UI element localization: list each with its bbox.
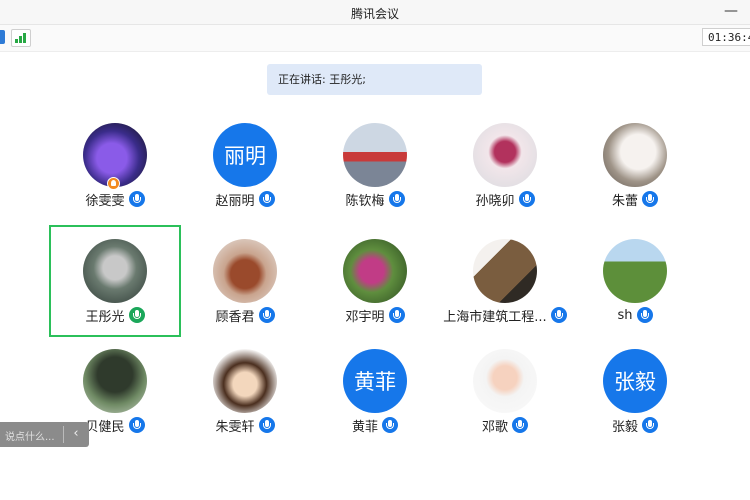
participant-name-row: 黄菲 — [310, 415, 440, 435]
avatar — [343, 123, 407, 187]
participant-name-row: 徐雯雯 — [50, 189, 180, 209]
meeting-timer: 01:36:47 — [702, 28, 750, 46]
mic-icon[interactable] — [636, 307, 653, 323]
title-bar: 腾讯会议 — — [0, 0, 750, 24]
window-title: 腾讯会议 — [350, 7, 399, 21]
participant-tile[interactable]: 孙晓卯 — [440, 110, 570, 220]
avatar — [473, 349, 537, 413]
participant-name-row: 赵丽明 — [180, 189, 310, 209]
participant-tile[interactable]: sh — [570, 226, 700, 336]
minimize-button[interactable]: — — [718, 1, 744, 23]
mic-icon[interactable] — [388, 191, 405, 207]
participant-name: 王彤光 — [85, 309, 125, 325]
participant-tile[interactable]: 黄菲 黄菲 — [310, 336, 440, 446]
participant-tile[interactable]: 顾香君 — [180, 226, 310, 336]
name-avatar: 张毅 — [603, 349, 667, 413]
chat-input[interactable]: 说点什么... — [5, 428, 55, 443]
name-avatar: 黄菲 — [343, 349, 407, 413]
mic-icon[interactable] — [258, 307, 275, 323]
participant-name-row: 王彤光 — [50, 305, 180, 325]
avatar — [83, 349, 147, 413]
participant-tile[interactable]: 丽明 赵丽明 — [180, 110, 310, 220]
avatar — [213, 239, 277, 303]
avatar — [473, 123, 537, 187]
meeting-toolbar: 01:36:47 — [0, 24, 750, 52]
participant-name: 黄菲 — [351, 419, 378, 435]
avatar — [603, 239, 667, 303]
avatar — [603, 123, 667, 187]
participant-name: 邓宇明 — [345, 309, 385, 325]
mic-icon[interactable] — [642, 191, 658, 207]
participant-name-row: sh — [570, 305, 700, 325]
participant-name: 徐雯雯 — [85, 193, 125, 209]
mic-icon[interactable] — [388, 307, 405, 323]
participant-name-row: 上海市建筑工程... — [440, 305, 570, 325]
chat-box[interactable]: 说点什么... ‹ — [0, 422, 89, 447]
participant-tile[interactable]: 张毅 张毅 — [570, 336, 700, 446]
avatar — [473, 239, 537, 303]
participant-name-row: 顾香君 — [180, 305, 310, 325]
mic-icon[interactable] — [258, 191, 275, 207]
participant-name-row: 邓歌 — [440, 415, 570, 435]
participant-name-row: 孙晓卯 — [440, 189, 570, 209]
avatar — [83, 239, 147, 303]
participant-tile[interactable]: 邓宇明 — [310, 226, 440, 336]
participant-name-row: 张毅 — [570, 415, 700, 435]
participant-tile[interactable]: 朱蕾 — [570, 110, 700, 220]
participant-tile[interactable]: 上海市建筑工程... — [440, 226, 570, 336]
participant-tile[interactable]: 邓歌 — [440, 336, 570, 446]
participant-name: 贝健民 — [85, 419, 125, 435]
participant-name: 朱雯轩 — [215, 419, 255, 435]
participant-name: 邓歌 — [481, 419, 508, 435]
participant-tile[interactable]: 陈钦梅 — [310, 110, 440, 220]
mic-speaking-icon[interactable] — [128, 307, 145, 323]
chat-divider — [63, 426, 64, 443]
participant-name-row: 朱蕾 — [570, 189, 700, 209]
mic-icon[interactable] — [382, 417, 398, 433]
mic-icon[interactable] — [512, 417, 528, 433]
participant-name: 陈钦梅 — [345, 193, 385, 209]
participant-tile[interactable]: 朱雯轩 — [180, 336, 310, 446]
mic-icon[interactable] — [518, 191, 535, 207]
participant-tile[interactable]: 王彤光 — [49, 225, 181, 337]
participant-name: 张毅 — [611, 419, 638, 435]
participant-name: 朱蕾 — [611, 193, 638, 209]
participant-name: 孙晓卯 — [475, 193, 515, 209]
speaking-banner: 正在讲话: 王彤光; — [267, 64, 482, 95]
participant-name: 赵丽明 — [215, 193, 255, 209]
mic-icon[interactable] — [128, 417, 145, 433]
avatar — [343, 239, 407, 303]
participant-name: sh — [617, 307, 633, 323]
participant-name-row: 邓宇明 — [310, 305, 440, 325]
mic-icon[interactable] — [258, 417, 275, 433]
collapse-chat-button[interactable]: ‹ — [69, 426, 83, 442]
participant-tile[interactable]: 徐雯雯 — [50, 110, 180, 220]
mic-icon[interactable] — [642, 417, 658, 433]
participant-name-row: 陈钦梅 — [310, 189, 440, 209]
participant-name: 顾香君 — [215, 309, 255, 325]
participant-name-row: 朱雯轩 — [180, 415, 310, 435]
mic-icon[interactable] — [128, 191, 145, 207]
name-avatar: 丽明 — [213, 123, 277, 187]
mic-icon[interactable] — [550, 307, 567, 323]
avatar — [213, 349, 277, 413]
participant-name: 上海市建筑工程... — [443, 309, 547, 325]
signal-bars-icon[interactable] — [11, 29, 31, 47]
side-panel-edge[interactable] — [0, 30, 5, 44]
